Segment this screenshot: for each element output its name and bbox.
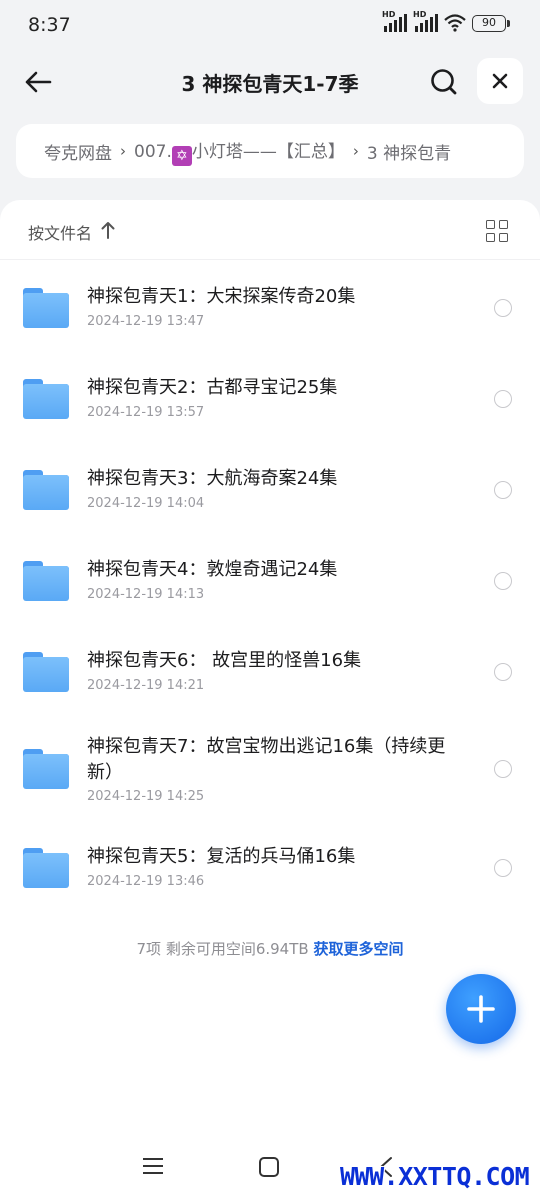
file-name: 神探包青天4：敦煌奇遇记24集: [87, 559, 338, 580]
breadcrumb: 夸克网盘 › 007. ✡ 小灯塔——【汇总】 › 3 神探包青: [16, 124, 524, 178]
file-name: 神探包青天3：大航海奇案24集: [87, 468, 338, 489]
list-item[interactable]: 神探包青天5：复活的兵马俑16集 2024-12-19 13:46: [0, 834, 540, 914]
list-item[interactable]: 神探包青天2：古都寻宝记25集 2024-12-19 13:57: [0, 361, 540, 441]
grid-view-icon[interactable]: [484, 218, 510, 244]
file-name: 神探包青天7：故宫宝物出逃记16集（持续更新）: [87, 736, 446, 783]
arrow-up-icon[interactable]: [100, 220, 116, 240]
item-count: 7项: [136, 940, 162, 958]
file-browser-screen: 8:37 HD HD 90 3 神探包青天1-7季 夸克网盘 › 007. ✡ …: [0, 0, 540, 1200]
folder-icon: [23, 470, 69, 510]
star-of-david-icon: ✡: [171, 145, 192, 166]
sort-by-name-button[interactable]: 按文件名: [28, 220, 92, 244]
folder-icon: [23, 379, 69, 419]
chevron-right-icon: ›: [352, 142, 359, 160]
file-date: 2024-12-19 14:21: [87, 678, 205, 693]
file-date: 2024-12-19 14:13: [87, 587, 205, 602]
chevron-right-icon: ›: [120, 142, 126, 160]
breadcrumb-item[interactable]: 夸克网盘: [44, 139, 112, 164]
list-item[interactable]: 神探包青天4：敦煌奇遇记24集 2024-12-19 14:13: [0, 543, 540, 623]
status-time: 8:37: [28, 14, 71, 36]
file-date: 2024-12-19 13:57: [87, 405, 205, 420]
select-radio[interactable]: [494, 481, 512, 499]
breadcrumb-item-label: 小灯塔——【汇总】: [191, 141, 345, 162]
folder-icon: [23, 749, 69, 789]
file-list-panel: 按文件名 神探包青天1：大宋探案传奇20集 2024-12-19 13:47 神…: [0, 200, 540, 1200]
search-button[interactable]: [424, 62, 464, 102]
status-bar: 8:37 HD HD 90: [0, 0, 540, 50]
plus-icon: [467, 995, 495, 1023]
watermark-text: WWW.XXTTQ.COM: [340, 1162, 530, 1191]
file-name: 神探包青天6： 故宫里的怪兽16集: [87, 650, 362, 671]
file-name: 神探包青天2：古都寻宝记25集: [87, 377, 338, 398]
folder-icon: [23, 561, 69, 601]
storage-info: 7项 剩余可用空间6.94TB 获取更多空间: [0, 938, 540, 959]
home-button[interactable]: [259, 1157, 279, 1177]
add-button[interactable]: [446, 974, 516, 1044]
file-date: 2024-12-19 13:47: [87, 314, 205, 329]
search-icon: [431, 69, 457, 95]
file-date: 2024-12-19 14:04: [87, 496, 205, 511]
file-name: 神探包青天1：大宋探案传奇20集: [87, 286, 356, 307]
breadcrumb-item-current[interactable]: 3 神探包青: [367, 139, 451, 164]
list-item[interactable]: 神探包青天7：故宫宝物出逃记16集（持续更新） 2024-12-19 14:25: [0, 725, 540, 833]
wifi-icon: [444, 14, 466, 32]
file-date: 2024-12-19 14:25: [87, 789, 205, 804]
select-radio[interactable]: [494, 760, 512, 778]
get-more-space-link[interactable]: 获取更多空间: [313, 940, 403, 958]
header-bar: 3 神探包青天1-7季: [0, 52, 540, 112]
select-radio[interactable]: [494, 859, 512, 877]
signal-icon: HD: [382, 10, 407, 32]
close-icon: [492, 73, 508, 89]
select-radio[interactable]: [494, 390, 512, 408]
sort-bar: 按文件名: [0, 200, 540, 260]
close-button[interactable]: [477, 58, 523, 104]
select-radio[interactable]: [494, 663, 512, 681]
file-date: 2024-12-19 13:46: [87, 874, 205, 889]
folder-icon: [23, 288, 69, 328]
recent-apps-button[interactable]: [143, 1158, 163, 1174]
status-icons: HD HD 90: [382, 10, 510, 32]
select-radio[interactable]: [494, 572, 512, 590]
remaining-space: 剩余可用空间6.94TB: [165, 940, 309, 958]
select-radio[interactable]: [494, 299, 512, 317]
breadcrumb-item[interactable]: 007. ✡ 小灯塔——【汇总】: [134, 137, 345, 166]
signal-icon: HD: [413, 10, 438, 32]
network-type-label: HD: [382, 10, 396, 19]
list-item[interactable]: 神探包青天6： 故宫里的怪兽16集 2024-12-19 14:21: [0, 634, 540, 714]
file-name: 神探包青天5：复活的兵马俑16集: [87, 846, 356, 867]
list-item[interactable]: 神探包青天3：大航海奇案24集 2024-12-19 14:04: [0, 452, 540, 532]
list-item[interactable]: 神探包青天1：大宋探案传奇20集 2024-12-19 13:47: [0, 270, 540, 350]
network-type-label: HD: [413, 10, 427, 19]
breadcrumb-item-prefix: 007.: [134, 141, 172, 162]
battery-icon: 90: [472, 14, 510, 32]
folder-icon: [23, 848, 69, 888]
folder-icon: [23, 652, 69, 692]
